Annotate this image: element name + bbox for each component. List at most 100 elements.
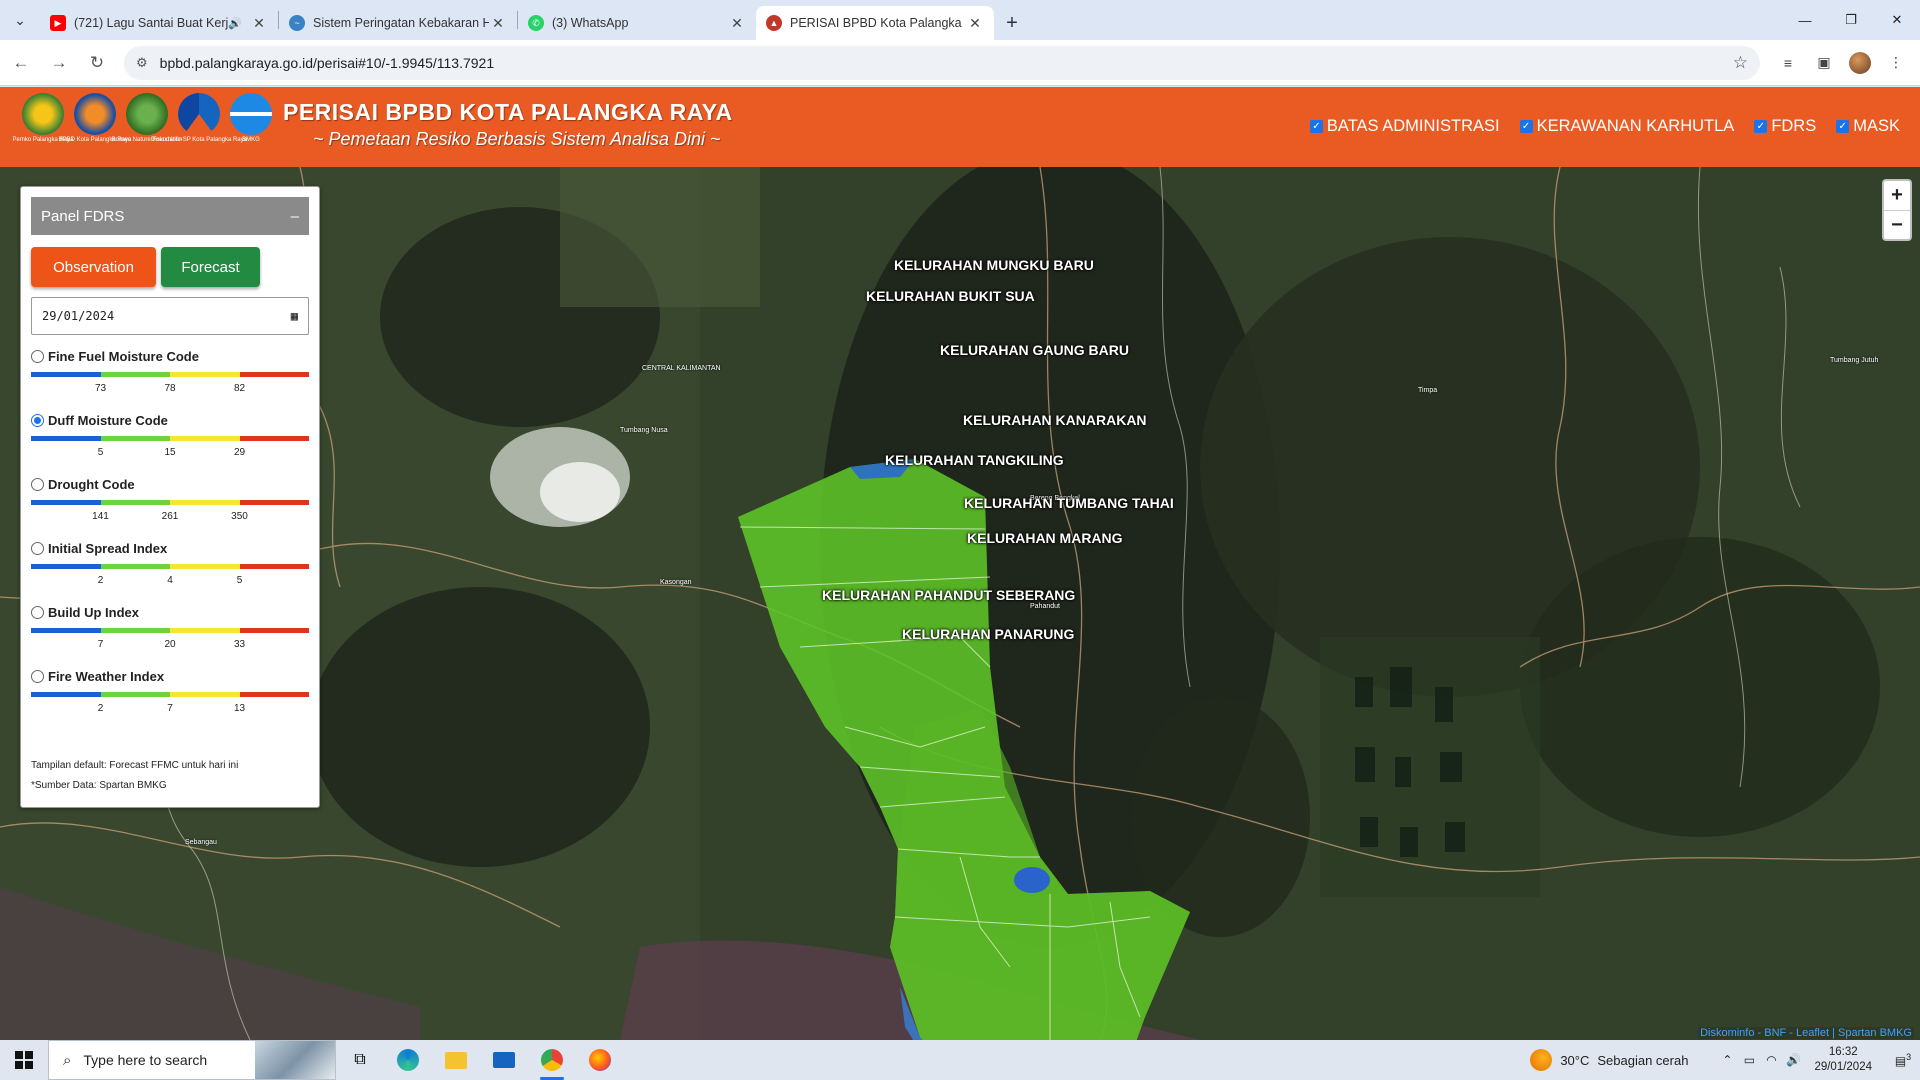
index-isi[interactable]: Initial Spread Index 2 4 5 bbox=[31, 527, 309, 591]
index-dc[interactable]: Drought Code 141 261 350 bbox=[31, 463, 309, 527]
zoom-out-button[interactable]: − bbox=[1884, 210, 1910, 239]
profile-avatar[interactable] bbox=[1849, 51, 1871, 74]
new-tab-button[interactable]: + bbox=[994, 6, 1030, 40]
file-explorer-app[interactable] bbox=[432, 1040, 480, 1080]
notification-icon[interactable]: ▤3 bbox=[1886, 1052, 1920, 1068]
index-ffmc[interactable]: Fine Fuel Moisture Code 73 78 82 bbox=[31, 335, 309, 399]
layer-toggles: ✓ BATAS ADMINISTRASI ✓ KERAWANAN KARHUTLA … bbox=[1309, 117, 1900, 136]
radio-button[interactable] bbox=[31, 350, 44, 363]
index-option[interactable]: Initial Spread Index bbox=[31, 541, 167, 556]
checkbox-checked-icon[interactable]: ✓ bbox=[1519, 120, 1533, 133]
radio-button[interactable] bbox=[31, 670, 44, 683]
index-option[interactable]: Build Up Index bbox=[31, 605, 139, 620]
radio-button[interactable] bbox=[31, 478, 44, 491]
site-info-icon[interactable]: ⚙ bbox=[136, 55, 148, 71]
checkbox-checked-icon[interactable]: ✓ bbox=[1309, 120, 1323, 133]
map-attribution[interactable]: Diskominfo - BNF - Leaflet | Spartan BMK… bbox=[1698, 1027, 1914, 1039]
url-text[interactable]: bpbd.palangkaraya.go.id/perisai#10/-1.99… bbox=[160, 55, 1733, 71]
site-header: Pemko Palangka Raya BPBD Kota Palangka R… bbox=[0, 87, 1920, 167]
device-icon[interactable]: ▭ bbox=[1738, 1053, 1760, 1067]
tick-label: 141 bbox=[92, 511, 109, 522]
menu-kebab-icon[interactable]: ⋮ bbox=[1878, 46, 1914, 80]
mail-app[interactable] bbox=[480, 1040, 528, 1080]
logo-diskominfo: Diskominfo-SP Kota Palangka Raya bbox=[151, 93, 247, 144]
tab-youtube[interactable]: ▶ (721) Lagu Santai Buat Kerja 🔊 ✕ bbox=[40, 6, 278, 40]
kelurahan-label: KELURAHAN KANARAKAN bbox=[963, 412, 1147, 428]
place-label: Tumbang Jutuh bbox=[1830, 357, 1879, 364]
back-button[interactable]: ← bbox=[4, 46, 38, 80]
weather-widget[interactable]: 30°C Sebagian cerah bbox=[1530, 1049, 1688, 1071]
zoom-in-button[interactable]: + bbox=[1884, 181, 1910, 210]
bookmark-star-icon[interactable]: ☆ bbox=[1733, 53, 1748, 73]
radio-button[interactable] bbox=[31, 606, 44, 619]
tick-label: 29 bbox=[233, 447, 246, 458]
panel-title: Panel FDRS bbox=[41, 207, 125, 225]
media-control-icon[interactable]: ≡ bbox=[1770, 46, 1806, 80]
close-icon[interactable]: ✕ bbox=[728, 15, 746, 32]
collapse-icon[interactable]: – bbox=[291, 208, 299, 225]
index-label: Duff Moisture Code bbox=[48, 413, 168, 428]
index-option[interactable]: Fine Fuel Moisture Code bbox=[31, 349, 199, 364]
radio-button-selected[interactable] bbox=[31, 414, 44, 427]
layer-batas-administrasi[interactable]: ✓ BATAS ADMINISTRASI bbox=[1309, 117, 1500, 136]
observation-button[interactable]: Observation bbox=[31, 247, 156, 287]
close-window-button[interactable]: ✕ bbox=[1874, 0, 1920, 40]
layer-fdrs[interactable]: ✓ FDRS bbox=[1754, 117, 1816, 136]
clock[interactable]: 16:32 29/01/2024 bbox=[1814, 1045, 1872, 1075]
tab-sistem-peringatan[interactable]: ~ Sistem Peringatan Kebakaran Hutan ✕ bbox=[279, 6, 517, 40]
radio-button[interactable] bbox=[31, 542, 44, 555]
index-option[interactable]: Drought Code bbox=[31, 477, 135, 492]
calendar-icon[interactable]: ▦ bbox=[291, 309, 298, 323]
notification-count: 3 bbox=[1906, 1052, 1912, 1062]
restore-button[interactable]: ❐ bbox=[1828, 0, 1874, 40]
tab-whatsapp[interactable]: ✆ (3) WhatsApp ✕ bbox=[518, 6, 756, 40]
checkbox-checked-icon[interactable]: ✓ bbox=[1754, 120, 1768, 133]
place-label: Kasongan bbox=[660, 579, 692, 586]
date-input[interactable]: 29/01/2024 ▦ bbox=[31, 297, 309, 335]
speaker-icon[interactable]: 🔊 bbox=[228, 17, 242, 30]
minimize-button[interactable]: — bbox=[1782, 0, 1828, 40]
reload-button[interactable]: ↻ bbox=[80, 46, 114, 80]
layer-mask[interactable]: ✓ MASK bbox=[1836, 117, 1900, 136]
url-omnibox[interactable]: ⚙ bpbd.palangkaraya.go.id/perisai#10/-1.… bbox=[124, 45, 1760, 80]
chrome-app[interactable] bbox=[528, 1040, 576, 1080]
tick-label: 20 bbox=[164, 639, 176, 650]
forecast-button[interactable]: Forecast bbox=[161, 247, 260, 287]
zoom-control: + − bbox=[1882, 179, 1912, 241]
chevron-up-icon[interactable]: ⌃ bbox=[1716, 1053, 1738, 1067]
start-button[interactable] bbox=[0, 1040, 48, 1080]
close-icon[interactable]: ✕ bbox=[250, 15, 268, 32]
tab-perisai[interactable]: ▲ PERISAI BPBD Kota Palangka Raya ✕ bbox=[756, 6, 994, 40]
close-icon[interactable]: ✕ bbox=[966, 15, 984, 32]
tab-title: Sistem Peringatan Kebakaran Hutan bbox=[313, 16, 489, 30]
checkbox-checked-icon[interactable]: ✓ bbox=[1836, 120, 1850, 133]
color-scale-bar bbox=[31, 628, 309, 633]
layer-kerawanan-karhutla[interactable]: ✓ KERAWANAN KARHUTLA bbox=[1519, 117, 1734, 136]
tick-label: 7 bbox=[97, 639, 104, 650]
index-bui[interactable]: Build Up Index 7 20 33 bbox=[31, 591, 309, 655]
windows-logo-icon bbox=[15, 1051, 33, 1069]
index-dmc[interactable]: Duff Moisture Code 5 15 29 bbox=[31, 399, 309, 463]
tab-search-menu[interactable]: ⌄ bbox=[0, 0, 40, 40]
mode-buttons: Observation Forecast bbox=[31, 247, 309, 287]
tick-label: 15 bbox=[164, 447, 176, 458]
index-option[interactable]: Duff Moisture Code bbox=[31, 413, 168, 428]
task-view-icon: ⧉ bbox=[354, 1051, 366, 1068]
taskbar-search[interactable]: ⌕ Type here to search bbox=[48, 1040, 336, 1080]
task-view-button[interactable]: ⧉ bbox=[336, 1040, 384, 1080]
kelurahan-label: KELURAHAN MUNGKU BARU bbox=[894, 257, 1094, 273]
firefox-app[interactable] bbox=[576, 1040, 624, 1080]
search-placeholder: Type here to search bbox=[83, 1052, 208, 1068]
forward-button[interactable]: → bbox=[42, 46, 76, 80]
bpbd-icon: ▲ bbox=[766, 15, 782, 31]
panel-header[interactable]: Panel FDRS – bbox=[31, 197, 309, 235]
close-icon[interactable]: ✕ bbox=[489, 15, 507, 32]
tick-label: 13 bbox=[233, 703, 246, 714]
side-panel-icon[interactable]: ▣ bbox=[1806, 46, 1842, 80]
volume-icon[interactable]: 🔊 bbox=[1782, 1053, 1804, 1067]
wifi-icon[interactable]: ◠ bbox=[1760, 1053, 1782, 1067]
index-option[interactable]: Fire Weather Index bbox=[31, 669, 164, 684]
index-fwi[interactable]: Fire Weather Index 2 7 13 bbox=[31, 655, 309, 719]
kelurahan-label: KELURAHAN PANARUNG bbox=[902, 626, 1075, 642]
edge-app[interactable] bbox=[384, 1040, 432, 1080]
